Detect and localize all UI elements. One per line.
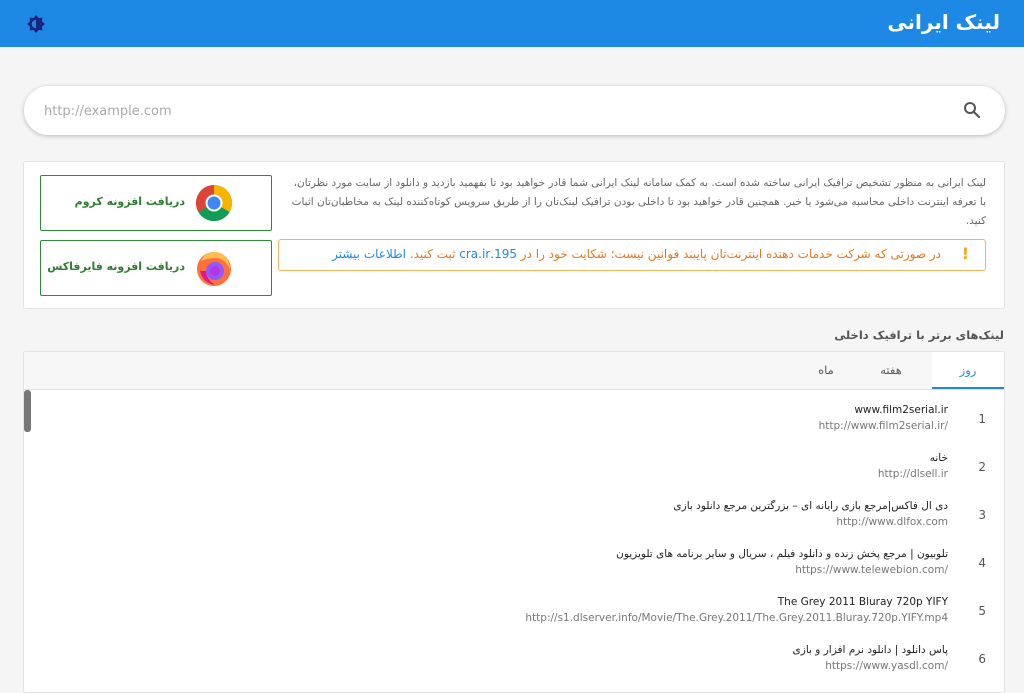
warning-alert: ! در صورتی که شرکت خدمات دهنده اینترنت‌ت…	[278, 239, 986, 271]
link-title[interactable]: دی ال فاکس|مرجع بازی رایانه ای – بزرگتری…	[673, 500, 948, 512]
chrome-icon	[195, 184, 233, 222]
more-info-link[interactable]: اطلاعات بیشتر	[332, 247, 406, 261]
chrome-extension-button[interactable]: دریافت افزونه کروم	[40, 175, 272, 231]
warning-text: در صورتی که شرکت خدمات دهنده اینترنت‌تان…	[332, 247, 941, 261]
tab-week[interactable]: هفته	[863, 352, 919, 389]
link-url[interactable]: http://www.film2serial.ir/	[819, 420, 948, 432]
app-header: لینک ایرانی	[0, 0, 1024, 47]
link-title[interactable]: پاس دانلود | دانلود نرم افزار و بازی	[793, 644, 948, 656]
intro-text: لینک ایرانی به منظور تشخیص ترافیک ایرانی…	[291, 177, 986, 227]
tab-month[interactable]: ماه	[798, 352, 854, 389]
list-item[interactable]: 6 پاس دانلود | دانلود نرم افزار و بازی h…	[24, 636, 1004, 684]
list-item[interactable]: 3 دی ال فاکس|مرجع بازی رایانه ای – بزرگت…	[24, 492, 1004, 540]
link-title[interactable]: The Grey 2011 Bluray 720p YIFY	[778, 596, 948, 608]
list-item[interactable]: 4 تلوبیون | مرجع پخش زنده و دانلود فیلم …	[24, 540, 1004, 588]
site-title[interactable]: لینک ایرانی	[887, 10, 1000, 34]
warning-text-before: در صورتی که شرکت خدمات دهنده اینترنت‌تان…	[516, 247, 941, 261]
firefox-icon	[195, 249, 233, 287]
link-url[interactable]: https://www.telewebion.com/	[795, 564, 948, 576]
top-links-title: لینک‌های برتر با ترافیک داخلی	[834, 328, 1004, 342]
warning-text-after: ثبت کنید.	[406, 247, 460, 261]
rank-number: 5	[978, 604, 986, 618]
link-url[interactable]: http://s1.dlserver.info/Movie/The.Grey.2…	[525, 612, 948, 624]
list-item[interactable]: 2 خانه http://dlsell.ir	[24, 444, 1004, 492]
info-panel: لینک ایرانی به منظور تشخیص ترافیک ایرانی…	[23, 161, 1005, 309]
link-url[interactable]: http://dlsell.ir	[878, 468, 948, 480]
search-icon[interactable]	[963, 101, 981, 119]
rank-number: 6	[978, 652, 986, 666]
link-url[interactable]: http://www.dlfox.com	[836, 516, 948, 528]
chrome-extension-label: دریافت افزونه کروم	[74, 195, 185, 208]
search-input[interactable]	[42, 86, 946, 137]
tab-day[interactable]: روز	[932, 352, 1004, 389]
firefox-extension-label: دریافت افزونه فایرفاکس	[47, 260, 185, 273]
link-url[interactable]: https://www.yasdl.com/	[825, 660, 948, 672]
top-links-panel: روز هفته ماه 1 www.film2serial.ir http:/…	[23, 351, 1005, 693]
link-title[interactable]: تلوبیون | مرجع پخش زنده و دانلود فیلم ، …	[616, 548, 948, 560]
firefox-extension-button[interactable]: دریافت افزونه فایرفاکس	[40, 240, 272, 296]
list-item[interactable]: 1 www.film2serial.ir http://www.film2ser…	[24, 396, 1004, 444]
period-tabs: روز هفته ماه	[24, 352, 1004, 390]
top-links-list: 1 www.film2serial.ir http://www.film2ser…	[24, 396, 1004, 684]
link-title[interactable]: خانه	[930, 452, 948, 464]
brightness-icon[interactable]	[26, 14, 46, 34]
rank-number: 1	[978, 412, 986, 426]
rank-number: 2	[978, 460, 986, 474]
search-bar	[24, 86, 1005, 137]
warning-icon: !	[961, 244, 969, 263]
link-title[interactable]: www.film2serial.ir	[854, 404, 948, 416]
rank-number: 3	[978, 508, 986, 522]
rank-number: 4	[978, 556, 986, 570]
cra-link[interactable]: 195.cra.ir	[459, 247, 517, 261]
list-item[interactable]: 5 The Grey 2011 Bluray 720p YIFY http://…	[24, 588, 1004, 636]
